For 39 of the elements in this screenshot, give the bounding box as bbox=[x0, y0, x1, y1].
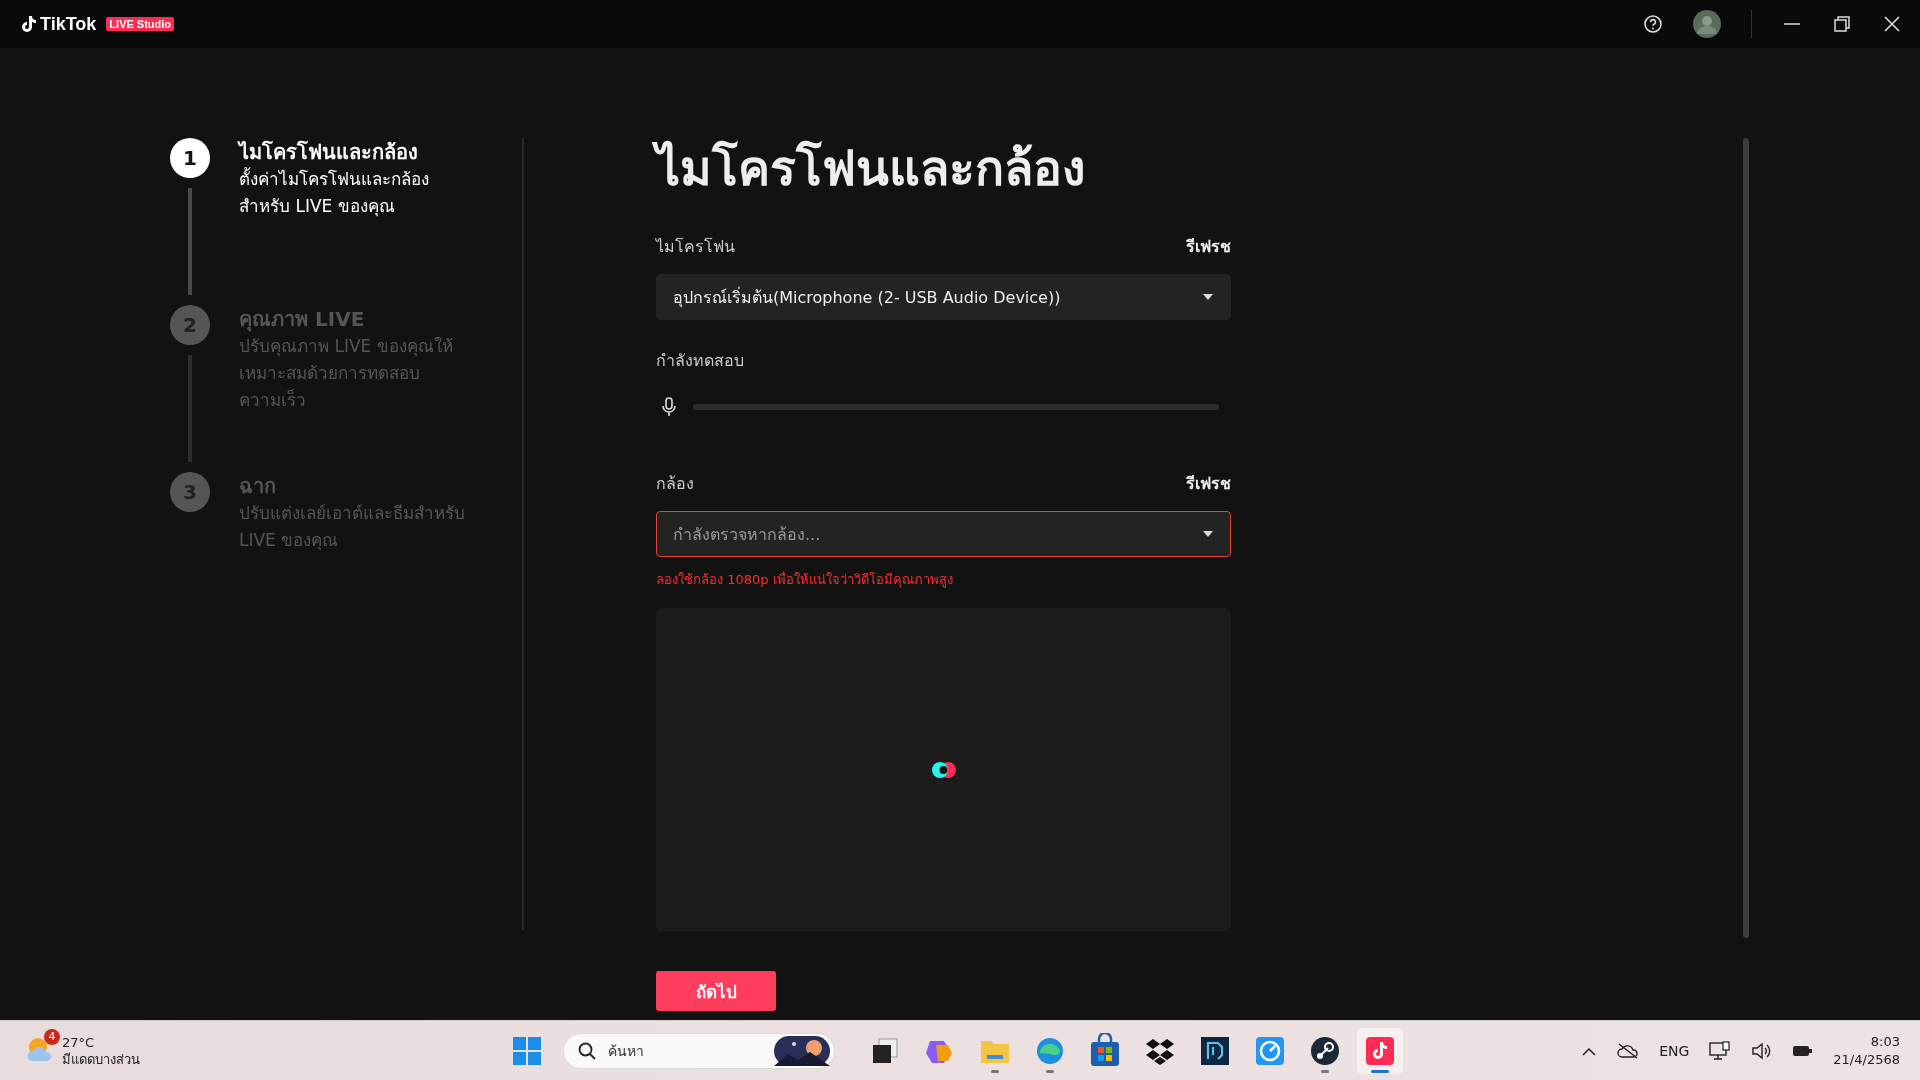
temperature: 27°C bbox=[62, 1033, 96, 1051]
cloud-offline-icon[interactable] bbox=[1617, 1042, 1640, 1059]
dropdown-field[interactable]: กำลังตรวจหากล้อง... bbox=[656, 511, 1231, 557]
dropdown-caret-icon bbox=[1202, 530, 1214, 538]
music-note-icon bbox=[20, 15, 36, 33]
step-description: ปรับคุณภาพ LIVE ของคุณให้เหมาะสมด้วยการทดสอบความเร็ว bbox=[239, 335, 454, 412]
language-indicator[interactable]: ENG bbox=[1659, 1042, 1690, 1059]
field-label: กำลังทดสอบ bbox=[656, 350, 745, 372]
field-label: กล้อง bbox=[656, 472, 694, 495]
volume-icon[interactable] bbox=[1751, 1041, 1772, 1060]
loading-spinner-icon bbox=[930, 760, 957, 779]
scrollbar[interactable] bbox=[1743, 138, 1749, 938]
search-field[interactable]: ค้นหา bbox=[563, 1032, 836, 1069]
camera-hint: ลองใช้กล้อง 1080p เพื่อให้แน่ใจว่าวิดีโอมีคุณภาพสูง bbox=[656, 570, 954, 590]
field-label: ไมโครโฟน bbox=[656, 235, 735, 258]
app-logo: TikTok bbox=[40, 13, 97, 35]
network-icon[interactable] bbox=[1709, 1040, 1732, 1061]
step-title: ฉาก bbox=[239, 473, 277, 500]
step-description: ปรับแต่งเลย์เอาต์และธีมสำหรับ LIVE ของคุณ bbox=[239, 502, 466, 553]
dropdown-field[interactable]: อุปกรณ์เริ่มต้น(Microphone (2- USB Audio Device)) bbox=[656, 274, 1231, 320]
weather-condition: มีแดดบางส่วน bbox=[62, 1050, 140, 1068]
restore-icon[interactable] bbox=[1832, 14, 1852, 34]
chevron-up-icon[interactable] bbox=[1581, 1045, 1598, 1056]
step-title: คุณภาพ LIVE bbox=[239, 306, 366, 333]
notification-badge: 4 bbox=[44, 1028, 60, 1045]
step-description: ตั้งค่าไมโครโฟนและกล้องสำหรับ LIVE ของคุณ bbox=[239, 166, 430, 219]
dropdown-caret-icon bbox=[1202, 293, 1214, 301]
microphone-icon bbox=[661, 397, 677, 417]
refresh-link[interactable]: รีเฟรช bbox=[1186, 233, 1231, 259]
clock-date[interactable]: 21/4/2568 bbox=[1833, 1050, 1900, 1069]
avatar-icon[interactable] bbox=[1693, 10, 1721, 38]
live-studio-badge: LIVE Studio bbox=[106, 17, 175, 31]
step-number: 1 bbox=[170, 138, 210, 178]
clock-time[interactable]: 8:03 bbox=[1870, 1032, 1900, 1051]
close-icon[interactable] bbox=[1882, 14, 1902, 34]
search-icon bbox=[578, 1041, 597, 1060]
help-icon[interactable] bbox=[1643, 14, 1663, 34]
step-title: ไมโครโฟนและกล้อง bbox=[239, 139, 419, 166]
refresh-link[interactable]: รีเฟรช bbox=[1186, 470, 1231, 496]
